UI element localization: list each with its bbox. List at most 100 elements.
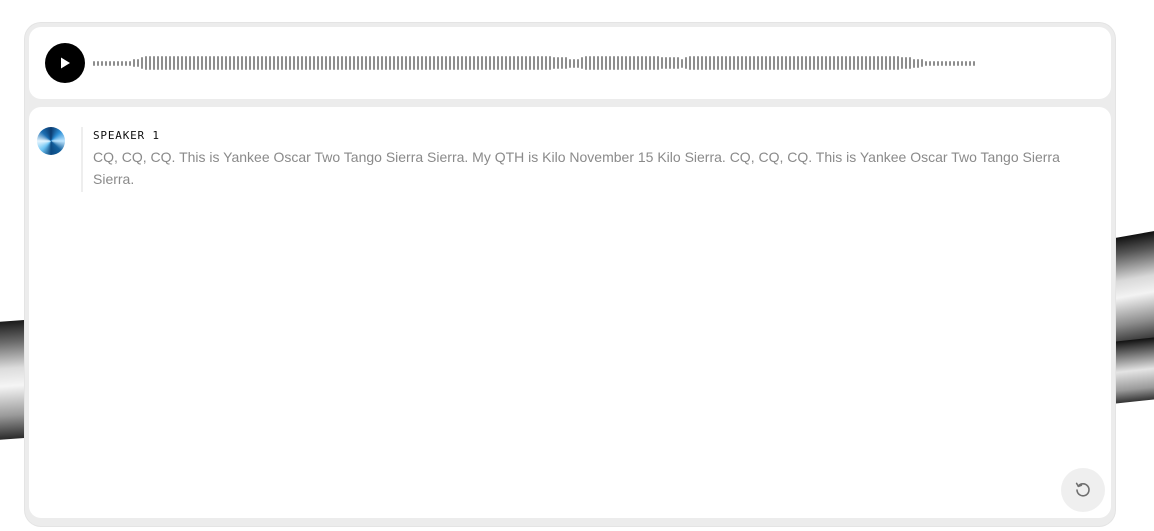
waveform-bar: [357, 56, 359, 70]
waveform-bar: [253, 56, 255, 70]
waveform-bar: [761, 56, 763, 70]
waveform-bar: [169, 56, 171, 70]
waveform-bar: [785, 56, 787, 70]
waveform-bar: [289, 56, 291, 70]
waveform-bar: [545, 56, 547, 70]
waveform-bar: [305, 56, 307, 70]
waveform-bar: [473, 56, 475, 70]
waveform-bar: [769, 56, 771, 70]
waveform-bar: [245, 56, 247, 70]
waveform-bar: [101, 60, 103, 66]
waveform-bar: [481, 56, 483, 70]
waveform-bar: [553, 57, 555, 69]
waveform-bar: [121, 60, 123, 66]
waveform-bar: [889, 56, 891, 70]
waveform-bar: [917, 58, 919, 68]
waveform-bar: [537, 56, 539, 70]
waveform-bar: [177, 56, 179, 70]
transcript-text: CQ, CQ, CQ. This is Yankee Oscar Two Tan…: [93, 149, 1060, 187]
waveform-bar: [641, 56, 643, 70]
waveform-bar: [601, 56, 603, 70]
waveform-bar: [189, 56, 191, 70]
speaker-avatar: [37, 127, 65, 155]
waveform-bar: [385, 56, 387, 70]
reset-button[interactable]: [1061, 468, 1105, 512]
waveform-bar: [453, 56, 455, 70]
waveform-bar: [745, 56, 747, 70]
waveform-bar: [777, 56, 779, 70]
waveform-bar: [257, 56, 259, 70]
waveform-bar: [181, 56, 183, 70]
waveform-bar: [789, 56, 791, 70]
waveform-bar: [649, 56, 651, 70]
waveform-bar: [397, 56, 399, 70]
waveform-bar: [437, 56, 439, 70]
speaker-label: SPEAKER 1: [93, 129, 160, 142]
waveform-bar: [325, 56, 327, 70]
waveform-bar: [577, 58, 579, 68]
waveform-bar: [813, 56, 815, 70]
waveform-bar: [309, 56, 311, 70]
waveform-bar: [825, 56, 827, 70]
waveform-bar: [565, 57, 567, 69]
waveform-bar: [865, 56, 867, 70]
audio-player: [29, 27, 1111, 99]
waveform-bar: [733, 56, 735, 70]
waveform-bar: [353, 56, 355, 70]
waveform-bar: [525, 56, 527, 70]
waveform-bar: [829, 56, 831, 70]
waveform-bar: [573, 58, 575, 68]
play-button[interactable]: [45, 43, 85, 83]
waveform-bar: [617, 56, 619, 70]
waveform-bar: [477, 56, 479, 70]
waveform-bar: [369, 56, 371, 70]
waveform-bar: [93, 60, 95, 66]
waveform-bar: [717, 56, 719, 70]
waveform-bar: [365, 56, 367, 70]
waveform-bar: [461, 56, 463, 70]
waveform-bar: [301, 56, 303, 70]
waveform-bar: [797, 56, 799, 70]
waveform-bar: [145, 56, 147, 70]
waveform-bar: [609, 56, 611, 70]
waveform-bar: [161, 56, 163, 70]
waveform-bar: [137, 59, 139, 67]
waveform-bar: [333, 56, 335, 70]
waveform-bar: [957, 60, 959, 66]
waveform-bar: [901, 57, 903, 69]
waveform-bar: [781, 56, 783, 70]
waveform-bar: [241, 56, 243, 70]
waveform-bar: [805, 56, 807, 70]
waveform-bar: [237, 56, 239, 70]
waveform-bar: [621, 56, 623, 70]
waveform-bar: [489, 56, 491, 70]
waveform-bar: [841, 56, 843, 70]
waveform-bar: [345, 56, 347, 70]
waveform-bar: [157, 56, 159, 70]
waveform-bar: [961, 60, 963, 66]
waveform-bar: [517, 56, 519, 70]
waveform-bar: [233, 56, 235, 70]
waveform-bar: [185, 56, 187, 70]
waveform-bar: [521, 56, 523, 70]
waveform-bar: [389, 56, 391, 70]
waveform-bar: [201, 56, 203, 70]
waveform-bar: [417, 56, 419, 70]
waveform-bar: [113, 60, 115, 66]
waveform-bar: [541, 56, 543, 70]
waveform-bar: [853, 56, 855, 70]
waveform-bar: [833, 56, 835, 70]
waveform-bar: [861, 56, 863, 70]
waveform-bar: [913, 58, 915, 68]
transcript-segment: SPEAKER 1 CQ, CQ, CQ. This is Yankee Osc…: [37, 127, 1101, 192]
waveform-bar: [653, 56, 655, 70]
waveform-bar: [593, 56, 595, 70]
waveform-bar: [869, 56, 871, 70]
waveform-bar: [677, 57, 679, 69]
waveform-bar: [753, 56, 755, 70]
waveform-bar: [445, 56, 447, 70]
waveform-bar: [737, 56, 739, 70]
waveform-bar: [633, 56, 635, 70]
waveform-bar: [317, 56, 319, 70]
audio-waveform[interactable]: [93, 53, 1095, 73]
